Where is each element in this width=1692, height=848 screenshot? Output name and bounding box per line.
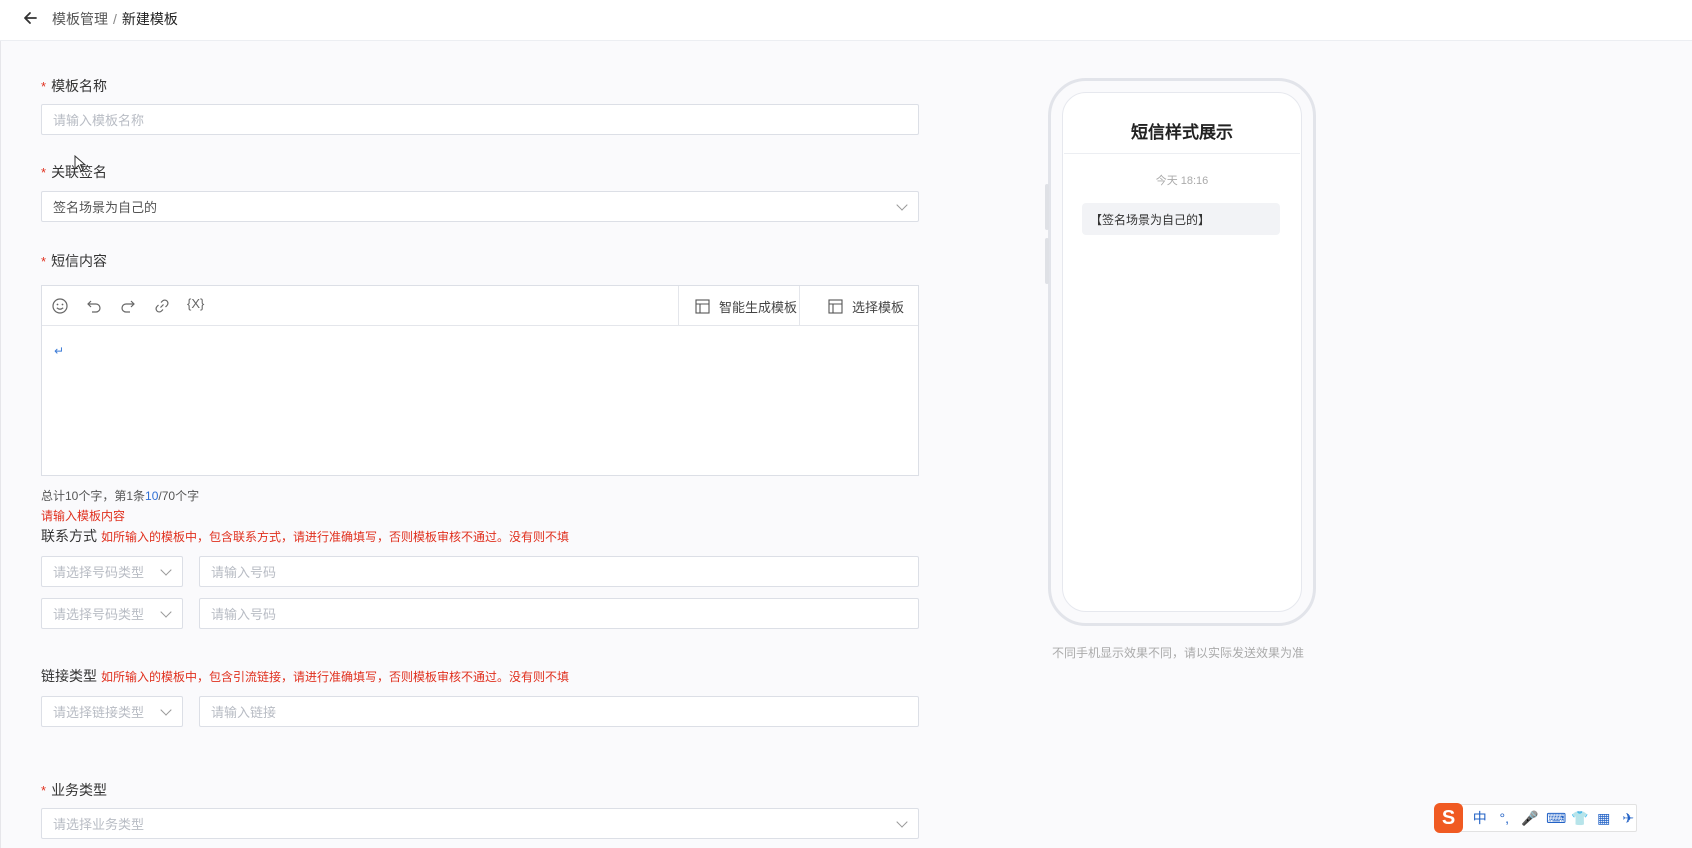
template-name-input[interactable]: 请输入模板名称 (41, 104, 919, 135)
link-section-title: 链接类型 如所输入的模板中，包含引流链接，请进行准确填写，否则模板审核不通过。没有… (41, 668, 570, 684)
contact-type-select-1[interactable]: 请选择号码类型 (41, 556, 183, 587)
contact-number-input-2[interactable]: 请输入号码 (199, 598, 919, 629)
link-hint: 如所输入的模板中，包含引流链接，请进行准确填写，否则模板审核不通过。没有则不填 (101, 670, 570, 684)
undo-icon[interactable] (85, 297, 103, 315)
chevron-down-icon (896, 198, 908, 211)
preview-note: 不同手机显示效果不同，请以实际发送效果为准 (1052, 646, 1305, 660)
editor-toolbar: {X} 智能生成模板 选择模板 (42, 286, 918, 326)
ime-toolbar: S 中 °, 🎤 ⌨ 👕 ▦ ✈ (1434, 803, 1637, 833)
sms-content-editor[interactable]: {X} 智能生成模板 选择模板 ↵ (41, 285, 919, 476)
contact-type-select-2[interactable]: 请选择号码类型 (41, 598, 183, 629)
required-mark: * (41, 165, 47, 180)
left-divider (0, 41, 1, 848)
template-icon (695, 298, 710, 314)
chevron-down-icon (160, 703, 172, 716)
business-type-label: * 业务类型 (41, 782, 108, 798)
chevron-down-icon (160, 605, 172, 618)
microphone-icon[interactable]: 🎤 (1521, 810, 1538, 827)
template-name-label: * 模板名称 (41, 78, 108, 94)
contact-number-input-1[interactable]: 请输入号码 (199, 556, 919, 587)
line-break-mark: ↵ (54, 344, 65, 358)
phone-side-button (1045, 184, 1049, 230)
link-icon[interactable] (153, 297, 171, 315)
required-mark: * (41, 783, 47, 798)
emoji-icon[interactable] (51, 297, 69, 315)
signature-select[interactable]: 签名场景为自己的 (41, 191, 919, 222)
chevron-down-icon (896, 815, 908, 828)
breadcrumb-parent[interactable]: 模板管理 (52, 11, 108, 27)
breadcrumb: 模板管理 / 新建模板 (52, 9, 178, 29)
chevron-down-icon (160, 563, 172, 576)
breadcrumb-current: 新建模板 (121, 11, 178, 27)
ai-generate-template-button[interactable]: 智能生成模板 (678, 286, 799, 326)
phone-side-button (1045, 238, 1049, 284)
redo-icon[interactable] (119, 297, 137, 315)
business-type-select[interactable]: 请选择业务类型 (41, 808, 919, 839)
character-count: 总计10个字，第1条10/70个字 (41, 489, 200, 503)
mouse-cursor-icon (74, 155, 86, 172)
editor-body[interactable]: ↵ (42, 326, 918, 476)
content-error-message: 请输入模板内容 (41, 509, 126, 523)
choose-template-button[interactable]: 选择模板 (799, 286, 919, 326)
skin-icon[interactable]: 👕 (1571, 810, 1588, 827)
preview-time: 今天 18:16 (1155, 175, 1209, 187)
required-mark: * (41, 79, 47, 94)
contact-section-title: 联系方式 如所输入的模板中，包含联系方式，请进行准确填写，否则模板审核不通过。没有… (41, 528, 570, 544)
preview-message-bubble: 【签名场景为自己的】 (1082, 203, 1280, 235)
required-mark: * (41, 254, 47, 269)
link-type-select[interactable]: 请选择链接类型 (41, 696, 183, 727)
ime-chinese-mode[interactable]: 中 (1472, 808, 1487, 828)
preview-title: 短信样式展示 (1131, 123, 1233, 142)
ime-logo[interactable]: S (1434, 803, 1464, 833)
top-bar: 模板管理 / 新建模板 (0, 0, 1692, 41)
keyboard-icon[interactable]: ⌨ (1546, 810, 1566, 827)
link-input[interactable]: 请输入链接 (199, 696, 919, 727)
template-icon (828, 298, 843, 314)
back-arrow-icon[interactable] (20, 8, 40, 28)
phone-preview-screen (1062, 92, 1302, 612)
ime-punctuation-icon[interactable]: °, (1497, 810, 1512, 826)
sms-content-label: * 短信内容 (41, 253, 108, 269)
toolbox-icon[interactable]: ▦ (1596, 810, 1611, 827)
variable-icon[interactable]: {X} (187, 296, 211, 314)
tools-icon[interactable]: ✈ (1621, 810, 1636, 827)
breadcrumb-separator: / (113, 11, 117, 27)
contact-hint: 如所输入的模板中，包含联系方式，请进行准确填写，否则模板审核不通过。没有则不填 (101, 530, 570, 544)
preview-divider (1064, 153, 1300, 154)
